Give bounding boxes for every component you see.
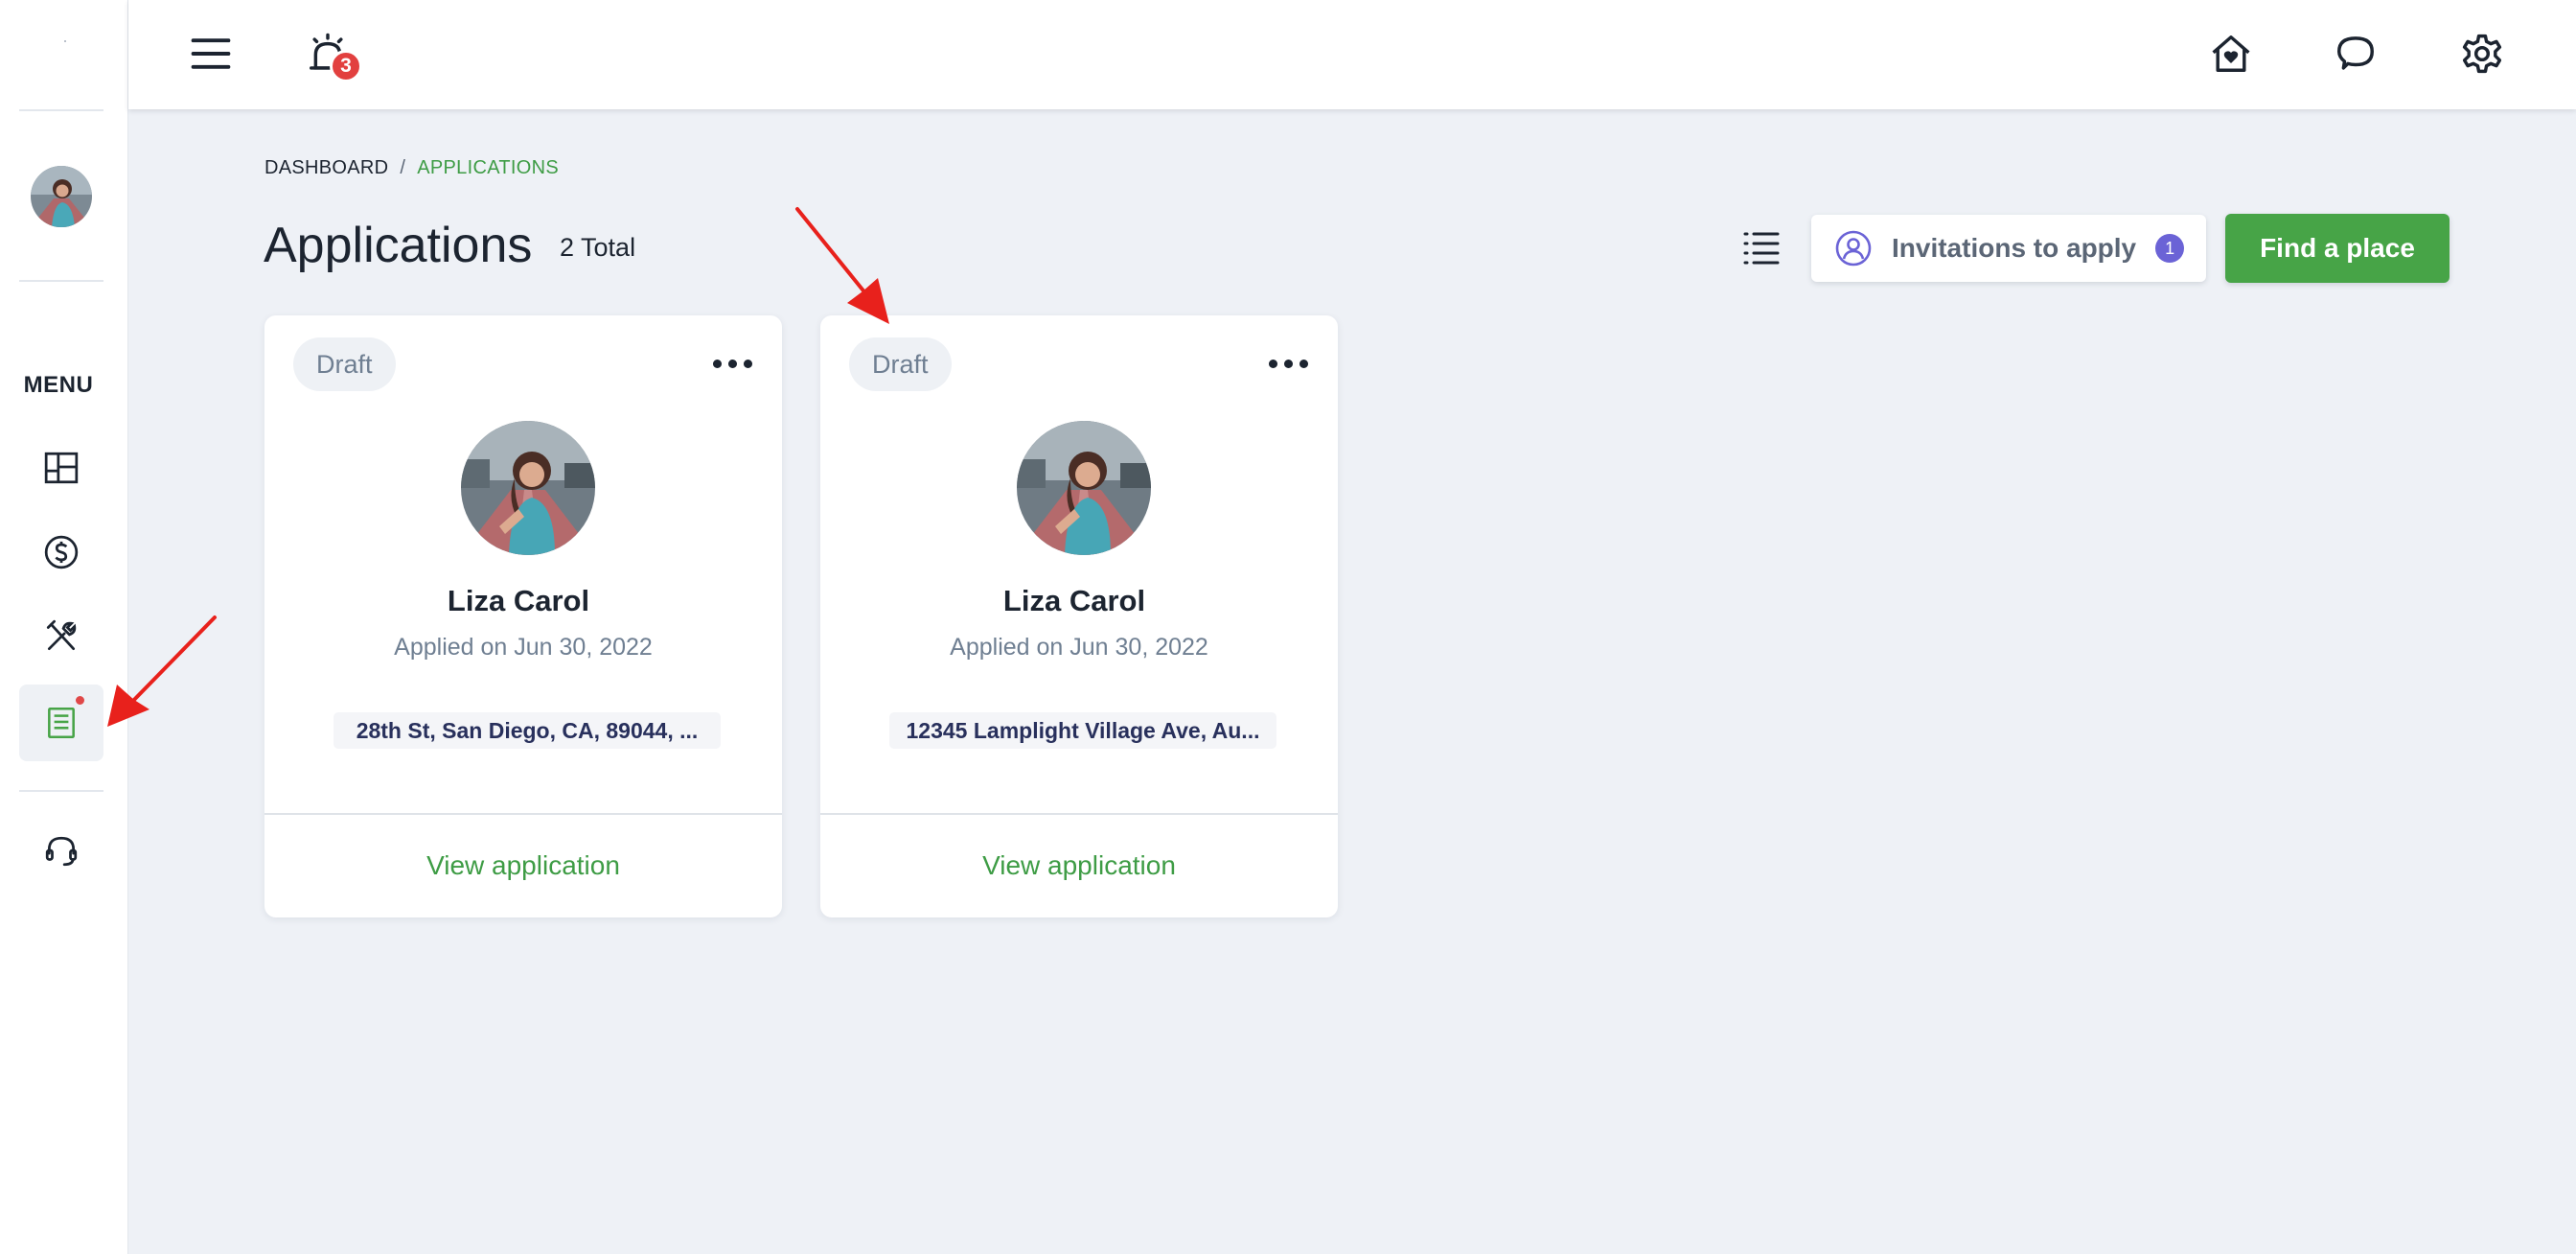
- home-favorites-button[interactable]: [2200, 23, 2262, 84]
- sidebar-logo-mark: [64, 40, 66, 42]
- sidebar-item-payments[interactable]: [19, 514, 104, 591]
- breadcrumb: DASHBOARD / APPLICATIONS: [264, 157, 559, 179]
- applicant-name: Liza Carol: [1002, 584, 1146, 617]
- applicant-avatar: [1017, 421, 1151, 555]
- tools-icon: [46, 619, 77, 651]
- sidebar: MENU: [0, 0, 128, 1254]
- user-avatar[interactable]: [31, 166, 92, 227]
- page-title: Applications: [264, 218, 533, 273]
- application-card: Draft Liza Carol Applied on Jun 30, 2022…: [820, 315, 1338, 917]
- more-dot: [712, 359, 722, 368]
- document-list-icon: [48, 707, 75, 739]
- sidebar-menu-label: MENU: [23, 372, 94, 398]
- grid-layout-icon: [44, 452, 79, 484]
- headset-icon: [45, 836, 78, 867]
- messages-button[interactable]: [2325, 23, 2386, 84]
- sidebar-item-maintenance[interactable]: [19, 598, 104, 675]
- more-dot: [1268, 359, 1277, 368]
- list-view-button[interactable]: [1735, 221, 1788, 274]
- invitations-count-badge: 1: [2155, 234, 2185, 263]
- view-application-link[interactable]: View application: [820, 850, 1338, 881]
- status-badge: Draft: [849, 337, 952, 391]
- total-count: 2 Total: [560, 233, 636, 262]
- card-more-options-button[interactable]: [1261, 344, 1315, 383]
- sidebar-item-dashboard[interactable]: [19, 430, 104, 506]
- home-heart-icon: [2212, 35, 2250, 72]
- more-dot: [1283, 359, 1293, 368]
- chat-bubble-icon: [2337, 36, 2374, 70]
- sidebar-divider: [19, 109, 104, 111]
- sidebar-item-applications[interactable]: [19, 685, 104, 761]
- invitations-to-apply-button[interactable]: Invitations to apply 1: [1811, 215, 2206, 282]
- more-dot: [1299, 359, 1308, 368]
- list-icon: [1743, 232, 1780, 265]
- more-dot: [743, 359, 752, 368]
- application-card: Draft Liza Carol Applied on Jun 30, 2022…: [264, 315, 782, 917]
- sidebar-divider: [19, 280, 104, 282]
- sidebar-item-support[interactable]: [19, 813, 104, 890]
- settings-button[interactable]: [2451, 23, 2513, 84]
- notification-dot: [74, 694, 86, 707]
- breadcrumb-current: APPLICATIONS: [417, 157, 559, 178]
- top-bar: 3: [128, 0, 2576, 109]
- more-dot: [727, 359, 737, 368]
- sidebar-divider: [19, 790, 104, 792]
- dollar-circle-icon: [44, 535, 79, 569]
- find-a-place-button[interactable]: Find a place: [2225, 214, 2450, 283]
- gear-icon: [2462, 34, 2502, 74]
- breadcrumb-dashboard-link[interactable]: DASHBOARD: [264, 157, 388, 179]
- hamburger-icon: [191, 38, 231, 69]
- property-address: 28th St, San Diego, CA, 89044, ...: [334, 712, 721, 749]
- card-divider: [820, 813, 1338, 815]
- hamburger-menu-button[interactable]: [180, 23, 242, 84]
- view-application-link[interactable]: View application: [264, 850, 782, 881]
- applicant-name: Liza Carol: [447, 584, 590, 617]
- applied-date: Applied on Jun 30, 2022: [394, 634, 653, 661]
- property-address: 12345 Lamplight Village Ave, Au...: [889, 712, 1276, 749]
- applied-date: Applied on Jun 30, 2022: [950, 634, 1208, 661]
- invitations-label: Invitations to apply: [1892, 233, 2137, 263]
- notifications-count-badge: 3: [330, 50, 362, 82]
- user-invite-icon: [1835, 230, 1872, 267]
- breadcrumb-separator: /: [400, 157, 406, 178]
- card-divider: [264, 813, 782, 815]
- applicant-avatar: [461, 421, 595, 555]
- card-more-options-button[interactable]: [705, 344, 759, 383]
- status-badge: Draft: [293, 337, 396, 391]
